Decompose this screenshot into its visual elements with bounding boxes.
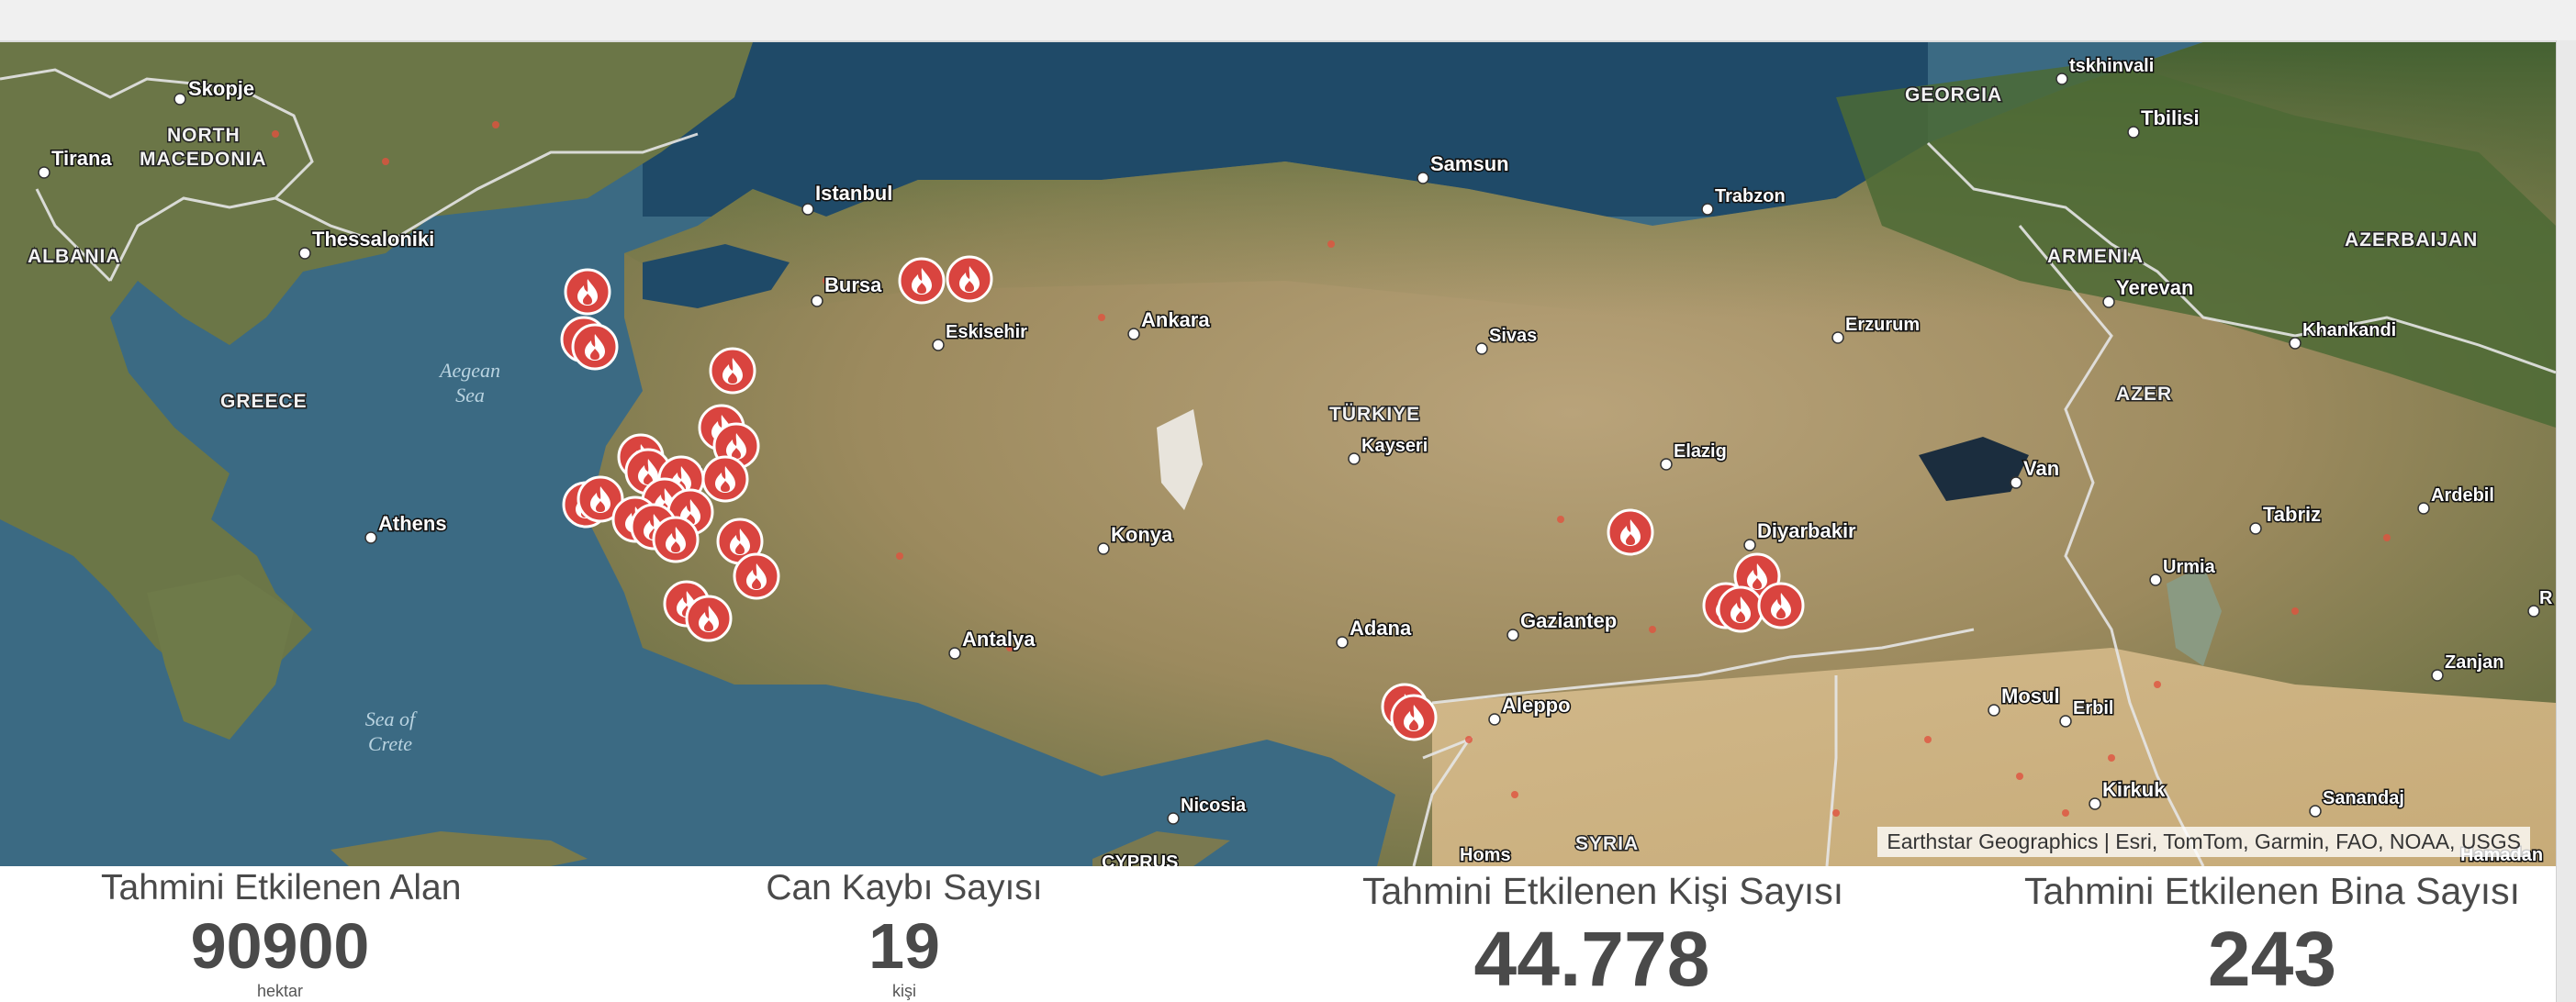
country-label-albania: ALBANIA	[28, 246, 121, 267]
country-label-syria: SYRIA	[1575, 833, 1639, 854]
city-label-samsun: Samsun	[1430, 152, 1509, 175]
scroll-rail[interactable]	[2556, 40, 2576, 1002]
country-label-north: NORTH	[167, 125, 241, 146]
city-label-yerevan: Yerevan	[2116, 276, 2193, 299]
city-label-khankandi: Khankandi	[2302, 320, 2396, 340]
stat-affected-buildings: Tahmini Etkilenen Bina Sayısı 243	[2020, 866, 2525, 997]
city-label-istanbul: Istanbul	[815, 182, 892, 205]
stat-affected-area-label: Tahmini Etkilenen Alan	[101, 868, 462, 907]
city-label-homs: Homs	[1460, 845, 1511, 865]
stat-casualties-value: 19	[868, 910, 940, 982]
city-label-elazig: Elazig	[1674, 441, 1727, 462]
stat-affected-area-value: 90900	[190, 910, 370, 982]
stat-casualties-unit: kişi	[892, 982, 916, 1000]
stat-affected-area-unit: hektar	[256, 982, 304, 1000]
fire-marker[interactable]	[1390, 694, 1438, 741]
city-label-diyarbakir: Diyarbakir	[1757, 519, 1856, 542]
stat-affected-people-value: 44.778	[1473, 916, 1710, 1002]
country-label-cyprus: CYPRUS	[1102, 852, 1178, 866]
city-label-van: Van	[2023, 457, 2059, 480]
city-label-adana: Adana	[1350, 617, 1412, 640]
city-label-tabriz: Tabriz	[2263, 503, 2321, 526]
map-panel[interactable]: Aegean Sea Sea of Crete GEORGIA NORTH MA…	[0, 42, 2556, 866]
city-label-trabzon: Trabzon	[1715, 186, 1786, 206]
fire-marker[interactable]	[652, 516, 700, 563]
stat-affected-buildings-value: 243	[2207, 916, 2337, 1002]
sea-label-aegean-2: Sea	[455, 384, 485, 406]
city-label-skopje: Skopje	[188, 77, 254, 100]
fire-marker[interactable]	[946, 255, 993, 303]
fire-marker[interactable]	[898, 257, 946, 305]
fire-marker[interactable]	[1607, 508, 1654, 556]
fire-marker[interactable]	[1757, 582, 1805, 629]
city-label-kayseri: Kayseri	[1361, 436, 1428, 456]
city-label-sivas: Sivas	[1489, 326, 1537, 346]
sea-label-crete-2: Crete	[368, 732, 412, 755]
stat-affected-area: Tahmini Etkilenen Alan 90900 hektar	[101, 866, 462, 1001]
stats-bar: Tahmini Etkilenen Alan 90900 hektar Can …	[0, 866, 2556, 1002]
fire-marker[interactable]	[701, 455, 749, 503]
stat-affected-people: Tahmini Etkilenen Kişi Sayısı 44.778	[1362, 866, 1844, 1002]
city-label-zanjan: Zanjan	[2445, 652, 2503, 673]
stat-affected-buildings-label: Tahmini Etkilenen Bina Sayısı	[2023, 870, 2521, 912]
map-canvas[interactable]: Aegean Sea Sea of Crete GEORGIA NORTH MA…	[0, 42, 2556, 866]
city-label-nicosia: Nicosia	[1181, 796, 1247, 816]
city-label-sanandaj: Sanandaj	[2323, 788, 2404, 808]
country-label-georgia: GEORGIA	[1905, 84, 2002, 106]
fire-marker[interactable]	[709, 347, 756, 395]
stat-casualties-label: Can Kaybı Sayısı	[766, 868, 1043, 907]
city-label-tbilisi: Tbilisi	[2141, 106, 2200, 129]
map-attribution: Earthstar Geographics | Esri, TomTom, Ga…	[1877, 827, 2530, 857]
top-bar	[0, 0, 2576, 42]
fire-marker[interactable]	[685, 595, 733, 642]
city-label-r: R	[2539, 588, 2553, 608]
city-label-gaziantep: Gaziantep	[1520, 609, 1617, 632]
city-label-kirkuk: Kirkuk	[2102, 778, 2166, 801]
city-label-erbil: Erbil	[2073, 698, 2113, 718]
city-label-thessaloniki: Thessaloniki	[312, 228, 434, 250]
stat-casualties: Can Kaybı Sayısı 19 kişi	[753, 866, 1056, 1001]
city-label-konya: Konya	[1111, 523, 1173, 546]
fire-marker[interactable]	[1717, 585, 1764, 633]
fire-marker[interactable]	[733, 552, 780, 600]
country-label-turkiye: TÜRKIYE	[1329, 404, 1420, 425]
city-label-bursa: Bursa	[824, 273, 882, 296]
city-label-aleppo: Aleppo	[1502, 694, 1571, 717]
country-label-azerbaijan: AZERBAIJAN	[2345, 229, 2478, 250]
sea-label-aegean: Aegean	[438, 359, 500, 382]
country-label-armenia: ARMENIA	[2047, 246, 2144, 267]
sea-label-crete: Sea of	[365, 707, 418, 730]
city-label-urmia: Urmia	[2163, 557, 2216, 577]
city-label-antalya: Antalya	[962, 628, 1036, 651]
country-label-macedonia: MACEDONIA	[140, 149, 267, 170]
city-label-ankara: Ankara	[1141, 308, 1210, 331]
stat-affected-people-label: Tahmini Etkilenen Kişi Sayısı	[1362, 870, 1844, 912]
city-label-athens: Athens	[378, 512, 447, 535]
country-label-azer: AZER	[2116, 384, 2172, 405]
country-label-greece: GREECE	[220, 391, 308, 412]
city-label-erzurum: Erzurum	[1845, 315, 1920, 335]
city-label-tirana: Tirana	[51, 147, 112, 170]
city-label-mosul: Mosul	[2001, 685, 2060, 707]
fire-marker[interactable]	[564, 268, 611, 316]
city-label-eskisehir: Eskisehir	[946, 322, 1027, 342]
fire-marker[interactable]	[571, 323, 619, 371]
city-label-tskhinvali: tskhinvali	[2069, 56, 2154, 76]
city-label-ardebil: Ardebil	[2431, 485, 2494, 506]
